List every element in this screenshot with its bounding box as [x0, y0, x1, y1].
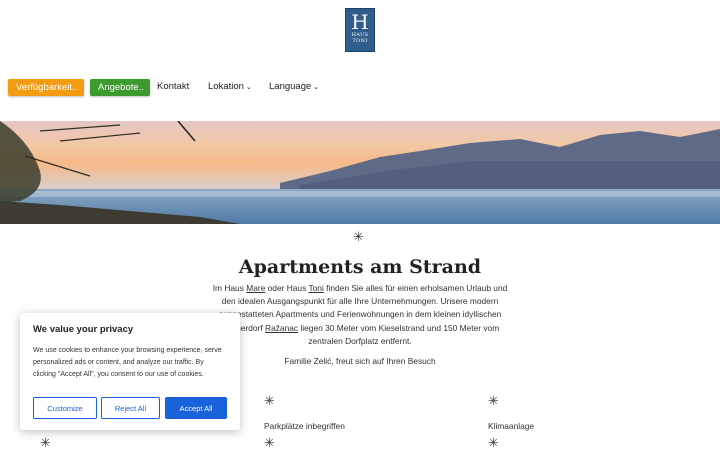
cookie-buttons: Customize Reject All Accept All	[33, 397, 227, 419]
customize-label: Customize	[47, 403, 83, 413]
intro-text-2: oder Haus	[265, 283, 309, 293]
ornament-icon: ✳	[40, 436, 51, 450]
feature-parking: Parkplätze inbegriffen	[264, 421, 345, 431]
ornament-icon: ✳	[353, 230, 364, 245]
nav-location-label: Lokation	[208, 81, 244, 92]
accept-label: Accept All	[179, 403, 213, 413]
offers-button[interactable]: Angebote..	[90, 79, 150, 96]
customize-button[interactable]: Customize	[33, 397, 97, 419]
ornament-icon: ✳	[264, 394, 275, 409]
nav-language-label: Language	[269, 81, 312, 92]
intro-paragraph: Im Haus Mare oder Haus Toni finden Sie a…	[205, 282, 515, 348]
hero-image	[0, 121, 720, 224]
intro-text-4: liegen 30 Meter vom Kieselstrand und 150…	[298, 322, 500, 346]
ornament-icon: ✳	[488, 436, 499, 450]
availability-button[interactable]: Verfügbarkeit..	[8, 79, 84, 96]
ornament-icon: ✳	[488, 394, 499, 409]
accept-all-button[interactable]: Accept All	[165, 397, 227, 419]
cookie-banner: We value your privacy We use cookies to …	[20, 313, 240, 430]
page-title: Apartments am Strand	[238, 256, 482, 278]
reject-all-button[interactable]: Reject All	[101, 397, 160, 419]
cookie-body: We use cookies to enhance your browsing …	[33, 347, 222, 378]
chevron-down-icon: ⌄	[313, 84, 320, 91]
link-razanac[interactable]: Ražanac	[265, 323, 298, 333]
intro-text-1: Im Haus	[212, 283, 247, 293]
nav-contact-label: Kontakt	[157, 81, 190, 92]
link-haus-mare[interactable]: Mare	[246, 283, 265, 293]
chevron-down-icon: ⌄	[245, 84, 252, 91]
logo-line-toni: TONI	[352, 38, 368, 44]
cookie-title: We value your privacy	[33, 324, 134, 335]
ornament-icon: ✳	[264, 436, 275, 450]
offers-label: Angebote..	[98, 82, 144, 93]
nav-contact[interactable]: Kontakt	[157, 81, 189, 92]
logo-letter: H	[351, 10, 369, 34]
reject-label: Reject All	[114, 403, 147, 413]
nav-language[interactable]: Language ⌄	[269, 81, 319, 92]
link-haus-toni[interactable]: Toni	[308, 283, 323, 293]
nav-location[interactable]: Lokation ⌄	[208, 81, 252, 92]
logo[interactable]: H HAUS TONI	[345, 8, 375, 52]
availability-label: Verfügbarkeit..	[16, 82, 78, 93]
feature-air-conditioning: Klimaanlage	[488, 421, 535, 431]
